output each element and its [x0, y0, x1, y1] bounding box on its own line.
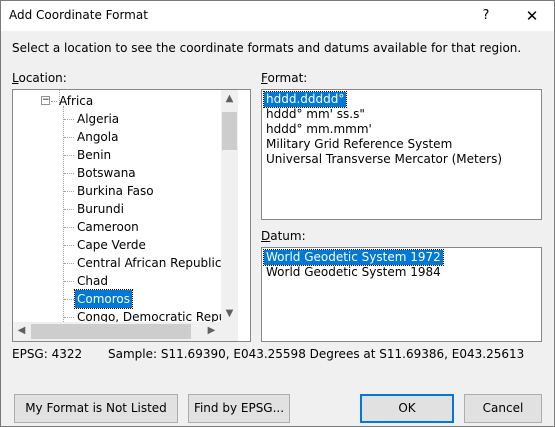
datum-list-item[interactable]: World Geodetic System 1972	[263, 249, 444, 266]
tree-connector	[64, 299, 74, 300]
tree-connector	[64, 191, 74, 192]
tree-connector	[63, 106, 64, 322]
tree-connector	[64, 227, 74, 228]
tree-connector	[64, 119, 74, 120]
tree-node-label: Comoros	[73, 289, 134, 309]
collapse-africa-icon[interactable]: −	[41, 96, 50, 105]
tree-connector	[64, 173, 74, 174]
horizontal-scroll-thumb[interactable]	[31, 324, 191, 339]
datum-list[interactable]: World Geodetic System 1972 World Geodetic…	[261, 247, 542, 342]
scroll-left-icon[interactable]: ◀	[13, 325, 30, 336]
find-by-epsg-button[interactable]: Find by EPSG...	[188, 394, 290, 423]
tree-connector	[64, 245, 74, 246]
datum-label: Datum:	[261, 229, 306, 243]
tree-node-label: Botswana	[77, 166, 136, 180]
format-list-item[interactable]: hddd° mm.mmm'	[264, 122, 374, 137]
ok-button[interactable]: OK	[360, 394, 454, 423]
tree-connector	[64, 137, 74, 138]
tree-node-label: Benin	[77, 148, 112, 162]
location-vertical-scrollbar[interactable]: ▲ ▼	[221, 90, 238, 322]
format-label: Format:	[261, 71, 308, 85]
tree-connector	[64, 155, 74, 156]
window-title: Add Coordinate Format	[9, 8, 148, 22]
location-label: Location:	[12, 71, 67, 85]
tree-node-label: Central African Republic	[77, 256, 221, 270]
instruction-text: Select a location to see the coordinate …	[12, 41, 522, 55]
location-tree-viewport: − Africa Algeria Angola Benin Botswana Burki…	[13, 90, 221, 322]
scroll-down-icon[interactable]: ▼	[221, 308, 238, 319]
format-list-item[interactable]: hddd° mm' ss.s"	[264, 107, 367, 122]
tree-node-label: Chad	[77, 274, 108, 288]
cancel-button[interactable]: Cancel	[464, 394, 542, 423]
close-button[interactable]: ✕	[510, 1, 554, 31]
format-list-item[interactable]: Military Grid Reference System	[264, 137, 454, 152]
format-list[interactable]: hddd.ddddd° hddd° mm' ss.s" hddd° mm.mmm' M…	[261, 89, 542, 220]
location-horizontal-scrollbar[interactable]: ◀ ▶	[13, 322, 221, 341]
tree-connector	[64, 263, 74, 264]
tree-node-label: Burkina Faso	[77, 184, 154, 198]
tree-node-label: Cape Verde	[77, 238, 146, 252]
tree-connector	[64, 281, 74, 282]
scroll-up-icon[interactable]: ▲	[221, 93, 238, 104]
tree-connector	[64, 317, 74, 318]
datum-list-item[interactable]: World Geodetic System 1984	[264, 265, 443, 280]
tree-node-label: Cameroon	[77, 220, 139, 234]
format-list-item[interactable]: Universal Transverse Mercator (Meters)	[264, 152, 504, 167]
vertical-scroll-thumb[interactable]	[222, 112, 237, 150]
location-tree[interactable]: − Africa Algeria Angola Benin Botswana Burki…	[12, 89, 251, 342]
tree-connector	[64, 209, 74, 210]
title-bar: Add Coordinate Format ? ✕	[1, 1, 554, 31]
add-coordinate-format-dialog: Add Coordinate Format ? ✕ Select a locat…	[0, 0, 555, 427]
sample-text: Sample: S11.69390, E043.25598 Degrees at…	[108, 347, 525, 361]
tree-node-label: Congo, Democratic Republi	[77, 310, 221, 322]
tree-node-label: Burundi	[77, 202, 124, 216]
format-list-item[interactable]: hddd.ddddd°	[262, 91, 348, 108]
scrollbar-corner	[221, 322, 238, 341]
format-not-listed-button[interactable]: My Format is Not Listed	[14, 394, 178, 423]
epsg-code: EPSG: 4322	[12, 347, 83, 361]
scroll-right-icon[interactable]: ▶	[203, 325, 220, 336]
tree-node-label: Angola	[77, 130, 119, 144]
tree-node-label: Algeria	[77, 112, 120, 126]
help-button[interactable]: ?	[471, 1, 501, 31]
